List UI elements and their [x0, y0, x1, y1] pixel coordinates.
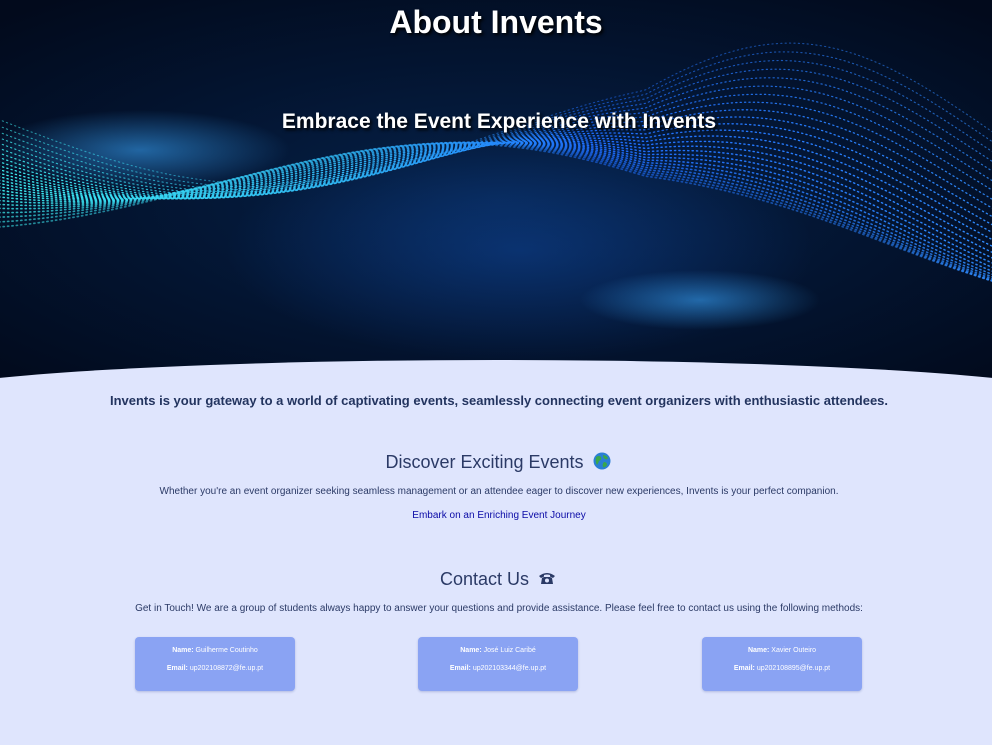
- contact-name-row: Name: Xavier Outeiro: [702, 646, 862, 656]
- contact-name-row: Name: José Luiz Caribé: [418, 646, 578, 656]
- hero-banner: About Invents Embrace the Event Experien…: [0, 0, 992, 400]
- contact-email[interactable]: up202108895@fe.up.pt: [757, 665, 830, 672]
- particle-wave-background: [0, 42, 992, 330]
- contact-heading: Contact Us: [0, 567, 992, 591]
- telephone-icon: [538, 567, 556, 584]
- event-journey-link[interactable]: Embark on an Enriching Event Journey: [412, 510, 585, 521]
- contact-name: José Luiz Caribé: [483, 647, 536, 654]
- email-label: Email:: [449, 665, 471, 672]
- contact-card: Name: José Luiz Caribé Email: up20210334…: [418, 637, 578, 691]
- name-label: Name:: [747, 647, 770, 654]
- contact-title: Contact Us: [439, 569, 530, 589]
- contact-name: Guilherme Coutinho: [195, 647, 258, 654]
- contact-email-row: Email: up202103344@fe.up.pt: [418, 664, 578, 674]
- globe-icon: [593, 452, 611, 470]
- contact-email[interactable]: up202108872@fe.up.pt: [190, 665, 263, 672]
- name-label: Name:: [460, 647, 482, 654]
- discover-heading: Discover Exciting Events: [0, 450, 992, 474]
- contact-email[interactable]: up202103344@fe.up.pt: [473, 665, 546, 672]
- contact-name: Xavier Outeiro: [771, 647, 817, 654]
- discover-text: Whether you're an event organizer seekin…: [159, 486, 839, 497]
- hero-subtitle: Embrace the Event Experience with Invent…: [281, 110, 717, 133]
- email-label: Email:: [733, 665, 755, 672]
- about-page: About Invents Embrace the Event Experien…: [0, 0, 992, 745]
- intro-text: Invents is your gateway to a world of ca…: [109, 393, 889, 408]
- contact-email-row: Email: up202108895@fe.up.pt: [702, 664, 862, 674]
- contact-email-row: Email: up202108872@fe.up.pt: [135, 664, 295, 674]
- contact-card: Name: Xavier Outeiro Email: up202108895@…: [702, 637, 862, 691]
- contact-text: Get in Touch! We are a group of students…: [135, 603, 863, 614]
- journey-link-container: Embark on an Enriching Event Journey: [0, 509, 992, 523]
- discover-title: Discover Exciting Events: [385, 452, 584, 472]
- page-title: About Invents: [389, 4, 603, 40]
- email-label: Email:: [166, 665, 188, 672]
- name-label: Name:: [172, 647, 194, 654]
- contact-card: Name: Guilherme Coutinho Email: up202108…: [135, 637, 295, 691]
- contact-name-row: Name: Guilherme Coutinho: [135, 646, 295, 656]
